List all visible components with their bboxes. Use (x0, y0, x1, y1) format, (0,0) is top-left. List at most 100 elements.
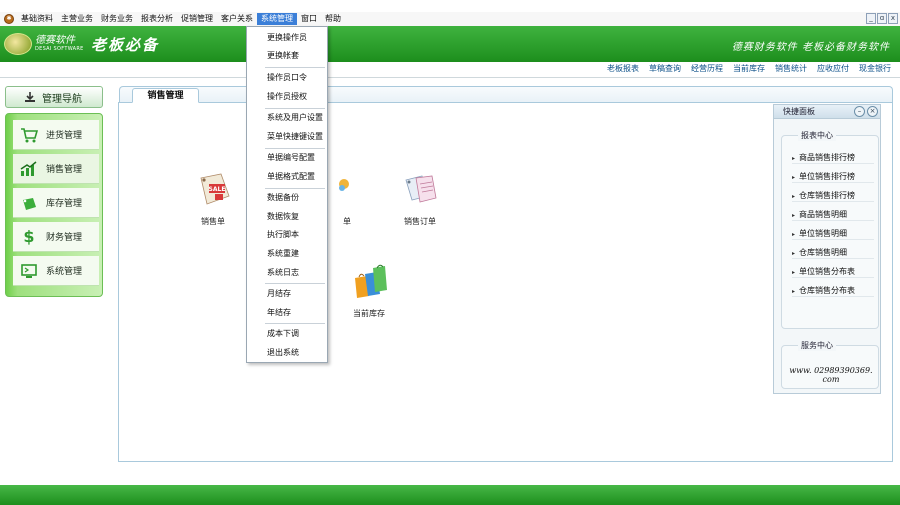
dollar-icon: $ (23, 227, 35, 246)
menu-item-change-account-set[interactable]: 更换帐套 (247, 47, 327, 65)
menu-reports[interactable]: 报表分析 (137, 13, 177, 25)
menu-help[interactable]: 帮助 (321, 13, 345, 25)
quick-panel: 快捷面板 – × 报表中心 商品销售排行榜 单位销售排行榜 仓库销售排行榜 商品… (773, 104, 881, 394)
svg-text:SALE: SALE (209, 186, 226, 193)
menu-main-business[interactable]: 主营业务 (57, 13, 97, 25)
logo-mark-icon (4, 33, 32, 55)
collapse-icon[interactable]: – (854, 106, 865, 117)
menu-item-run-script[interactable]: 执行脚本 (247, 226, 327, 244)
nav-panel: 进货管理 销售管理 库存管理 $ 财务管理 系统管理 (5, 113, 103, 297)
menu-item-system-rebuild[interactable]: 系统重建 (247, 245, 327, 263)
quicklink-boss-report[interactable]: 老板报表 (602, 63, 644, 75)
nav-item-purchase[interactable]: 进货管理 (13, 120, 99, 150)
minimize-button[interactable]: _ (866, 13, 876, 24)
quicklink-sales-stats[interactable]: 销售统计 (770, 63, 812, 75)
close-button[interactable]: x (888, 13, 898, 24)
monitor-icon (20, 263, 38, 279)
nav-item-sales[interactable]: 销售管理 (13, 154, 99, 184)
nav-item-label: 系统管理 (46, 267, 83, 277)
menu-item-data-backup[interactable]: 数据备份 (247, 189, 327, 207)
quicklink-current-stock[interactable]: 当前库存 (728, 63, 770, 75)
menu-item-system-user-settings[interactable]: 系统及用户设置 (247, 109, 327, 127)
menu-item-operator-password[interactable]: 操作员口令 (247, 69, 327, 87)
chart-up-icon (20, 160, 38, 177)
report-link[interactable]: 仓库销售明细 (792, 246, 874, 259)
nav-item-finance[interactable]: $ 财务管理 (13, 222, 99, 252)
report-center-group: 报表中心 商品销售排行榜 单位销售排行榜 仓库销售排行榜 商品销售明细 单位销售… (781, 130, 879, 329)
report-link[interactable]: 仓库销售排行榜 (792, 189, 874, 202)
report-link[interactable]: 单位销售分布表 (792, 265, 874, 278)
restore-button[interactable]: ɑ (877, 13, 887, 24)
menu-separator (265, 67, 325, 68)
menu-item-change-operator[interactable]: 更换操作员 (247, 29, 327, 47)
menu-separator (265, 323, 325, 324)
tab-sales-management[interactable]: 销售管理 (132, 88, 199, 103)
report-link[interactable]: 商品销售明细 (792, 208, 874, 221)
cart-icon (20, 127, 38, 143)
service-center-group: 服务中心 www. 02989390369. com (781, 340, 879, 389)
shortcut-label: 销售单 (201, 217, 225, 226)
bag-icon (20, 195, 38, 211)
menu-system[interactable]: 系统管理 (257, 13, 297, 25)
service-center-title: 服务中心 (798, 340, 836, 351)
quick-links-bar: 老板报表 草稿查询 经营历程 当前库存 销售统计 应收应付 现金银行 (602, 63, 896, 75)
status-bar (0, 485, 900, 505)
menu-item-document-numbering[interactable]: 单据编号配置 (247, 149, 327, 167)
nav-item-label: 财务管理 (46, 233, 83, 243)
sale-tag-icon: SALE (200, 173, 230, 205)
menu-item-yearly-close[interactable]: 年结存 (247, 304, 327, 322)
logo: 德赛软件 DESAI SOFTWARE (4, 31, 86, 57)
header-banner: 德赛软件 DESAI SOFTWARE 老板必备 德赛财务软件 老板必备财务软件 (0, 26, 900, 62)
shortcut-current-stock[interactable]: 当前库存 (339, 262, 399, 319)
menu-item-shortcut-settings[interactable]: 菜单快捷键设置 (247, 128, 327, 146)
menu-item-system-log[interactable]: 系统日志 (247, 264, 327, 282)
menu-finance[interactable]: 财务业务 (97, 13, 137, 25)
report-link[interactable]: 单位销售排行榜 (792, 170, 874, 183)
logo-english: DESAI SOFTWARE (35, 46, 84, 52)
menu-item-exit-system[interactable]: 退出系统 (247, 344, 327, 362)
report-link[interactable]: 商品销售排行榜 (792, 151, 874, 164)
menu-item-monthly-close[interactable]: 月结存 (247, 285, 327, 303)
menu-separator (265, 283, 325, 284)
report-link[interactable]: 单位销售明细 (792, 227, 874, 240)
shortcut-sales-order[interactable]: SALE 销售单 (183, 170, 243, 227)
nav-item-label: 库存管理 (46, 199, 83, 209)
report-link[interactable]: 仓库销售分布表 (792, 284, 874, 297)
menu-item-cost-adjust[interactable]: 成本下调 (247, 325, 327, 343)
slogan-right: 德赛财务软件 老板必备财务软件 (731, 42, 890, 53)
nav-header[interactable]: 管理导航 (5, 86, 103, 108)
order-tags-icon (405, 175, 437, 203)
divider (0, 77, 900, 78)
quicklink-draft-query[interactable]: 草稿查询 (644, 63, 686, 75)
shortcut-label: 当前库存 (353, 309, 385, 318)
app-icon[interactable]: ✱ (4, 14, 14, 24)
shortcut-label: 销售订单 (404, 217, 436, 226)
quicklink-business-history[interactable]: 经营历程 (686, 63, 728, 75)
system-menu-dropdown: 更换操作员 更换帐套 操作员口令 操作员授权 系统及用户设置 菜单快捷键设置 单… (246, 26, 328, 363)
nav-item-system[interactable]: 系统管理 (13, 256, 99, 286)
slogan-left: 老板必备 (91, 36, 160, 54)
logo-name: 德赛软件 (35, 35, 75, 46)
menu-bar: ✱ 基础资料 主营业务 财务业务 报表分析 促销管理 客户关系 系统管理 窗口 … (0, 12, 900, 26)
menu-promotion[interactable]: 促销管理 (177, 13, 217, 25)
menu-customer[interactable]: 客户关系 (217, 13, 257, 25)
menu-window[interactable]: 窗口 (297, 13, 321, 25)
download-icon (25, 92, 35, 102)
nav-item-label: 进货管理 (46, 131, 83, 141)
shopping-bags-icon (355, 264, 387, 298)
close-icon[interactable]: × (867, 106, 878, 117)
report-center-title: 报表中心 (798, 130, 836, 141)
quicklink-receivable-payable[interactable]: 应收应付 (812, 63, 854, 75)
nav-title: 管理导航 (42, 93, 82, 105)
menu-item-operator-authorization[interactable]: 操作员授权 (247, 88, 327, 106)
window-controls: _ ɑ x (866, 13, 898, 24)
quick-panel-title: 快捷面板 (783, 107, 815, 116)
menu-item-data-restore[interactable]: 数据恢复 (247, 208, 327, 226)
shortcut-sales-purchase-order[interactable]: 销售订单 (390, 170, 450, 227)
tab-strip (119, 86, 893, 103)
nav-item-label: 销售管理 (46, 165, 83, 175)
nav-item-inventory[interactable]: 库存管理 (13, 188, 99, 218)
menu-item-document-format[interactable]: 单据格式配置 (247, 168, 327, 186)
quicklink-cash-bank[interactable]: 现金银行 (854, 63, 896, 75)
menu-basic-data[interactable]: 基础资料 (17, 13, 57, 25)
